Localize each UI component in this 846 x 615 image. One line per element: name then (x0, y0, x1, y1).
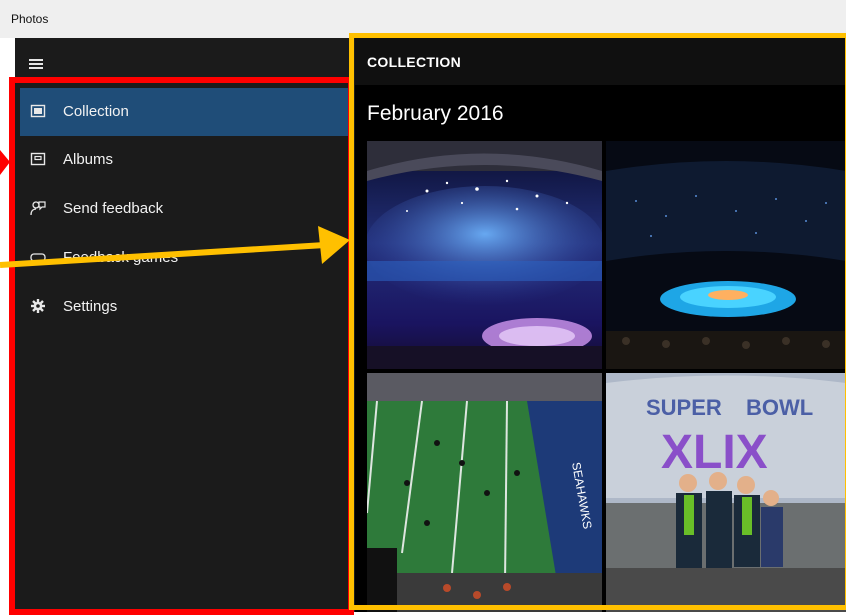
window-title: Photos (11, 12, 49, 26)
annotation-yellow-box (349, 33, 846, 610)
annotation-red-box (9, 77, 354, 615)
hamburger-icon[interactable] (29, 59, 43, 69)
